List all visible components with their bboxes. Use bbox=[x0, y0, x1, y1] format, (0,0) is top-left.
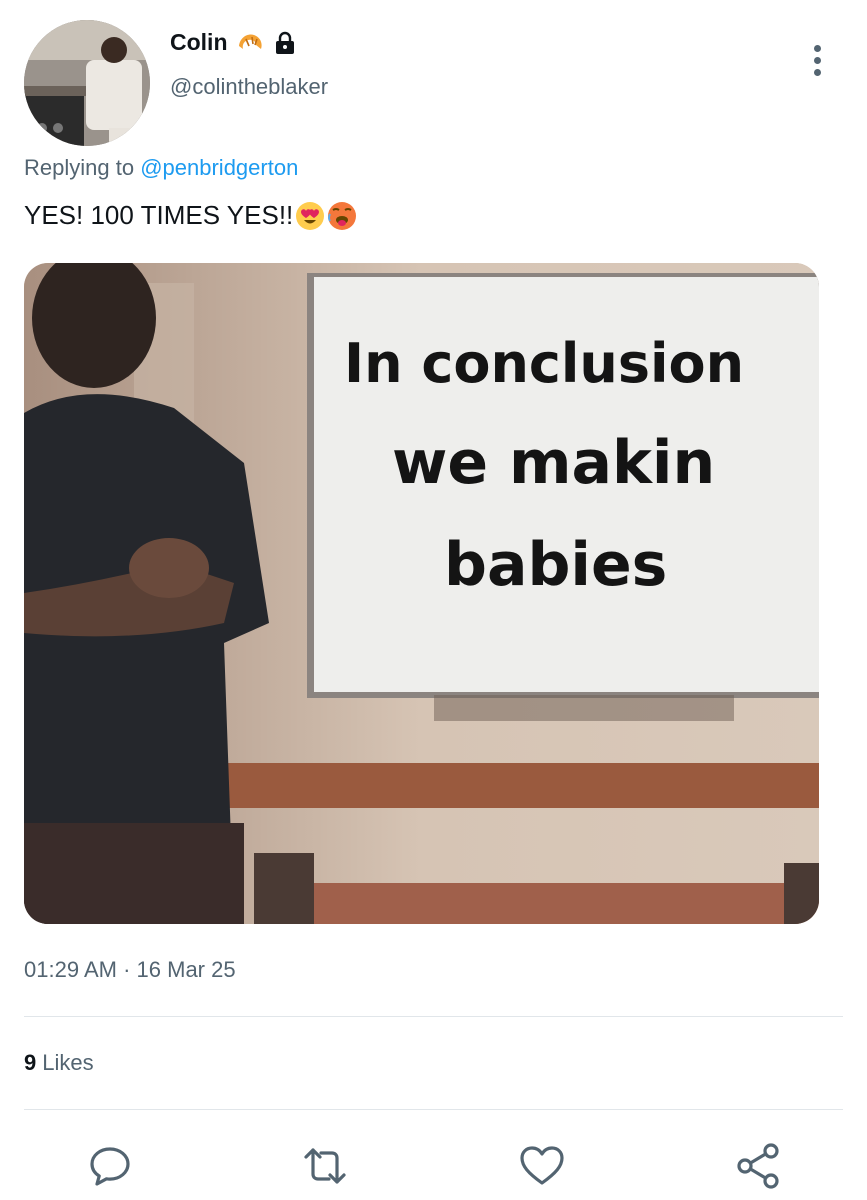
more-icon-dot bbox=[813, 56, 821, 64]
like-icon bbox=[520, 1146, 564, 1185]
lock-icon bbox=[272, 30, 300, 56]
tweet-time: 01:29 AM bbox=[24, 957, 117, 982]
display-name[interactable]: Colin bbox=[170, 29, 228, 56]
author-handle[interactable]: @colintheblaker bbox=[170, 74, 328, 100]
sign-line-3: babies bbox=[444, 530, 668, 595]
timestamp-separator: · bbox=[123, 957, 131, 982]
sign-line-1: In conclusion bbox=[344, 337, 745, 395]
likes-count: 9 bbox=[24, 1050, 37, 1075]
like-button[interactable] bbox=[516, 1140, 568, 1192]
tweet-body: YES! 100 TIMES YES!! bbox=[24, 200, 294, 230]
avatar[interactable] bbox=[24, 20, 150, 146]
tweet-text: YES! 100 TIMES YES!! bbox=[24, 200, 357, 231]
more-icon bbox=[813, 44, 821, 52]
reply-icon bbox=[90, 1147, 130, 1186]
divider bbox=[24, 1109, 843, 1110]
retweet-icon bbox=[304, 1148, 346, 1184]
hot-face-emoji bbox=[327, 201, 357, 231]
retweet-button[interactable] bbox=[299, 1140, 351, 1192]
sign-line-2: we makin bbox=[392, 428, 716, 498]
more-options-button[interactable] bbox=[802, 40, 832, 80]
reply-button[interactable] bbox=[84, 1140, 136, 1192]
share-icon bbox=[737, 1143, 779, 1189]
replying-to: Replying to @penbridgerton bbox=[24, 155, 298, 181]
likes-stat[interactable]: 9 Likes bbox=[24, 1050, 94, 1076]
tweet-date: 16 Mar 25 bbox=[136, 957, 236, 982]
share-button[interactable] bbox=[733, 1140, 785, 1192]
whiteboard-text: In conclusion we makin babies bbox=[336, 337, 819, 595]
likes-label: Likes bbox=[42, 1050, 94, 1075]
more-icon-dot bbox=[813, 68, 821, 76]
replying-prefix: Replying to bbox=[24, 155, 135, 180]
heart-eyes-emoji bbox=[295, 201, 325, 231]
tweet-timestamp[interactable]: 01:29 AM · 16 Mar 25 bbox=[24, 957, 236, 983]
author-name-row: Colin bbox=[170, 29, 300, 56]
avatar-photo bbox=[24, 20, 150, 146]
tweet-media-image[interactable]: In conclusion we makin babies bbox=[24, 263, 819, 924]
reply-mention-link[interactable]: @penbridgerton bbox=[140, 155, 298, 180]
croissant-icon bbox=[236, 30, 264, 56]
divider bbox=[24, 1016, 843, 1017]
